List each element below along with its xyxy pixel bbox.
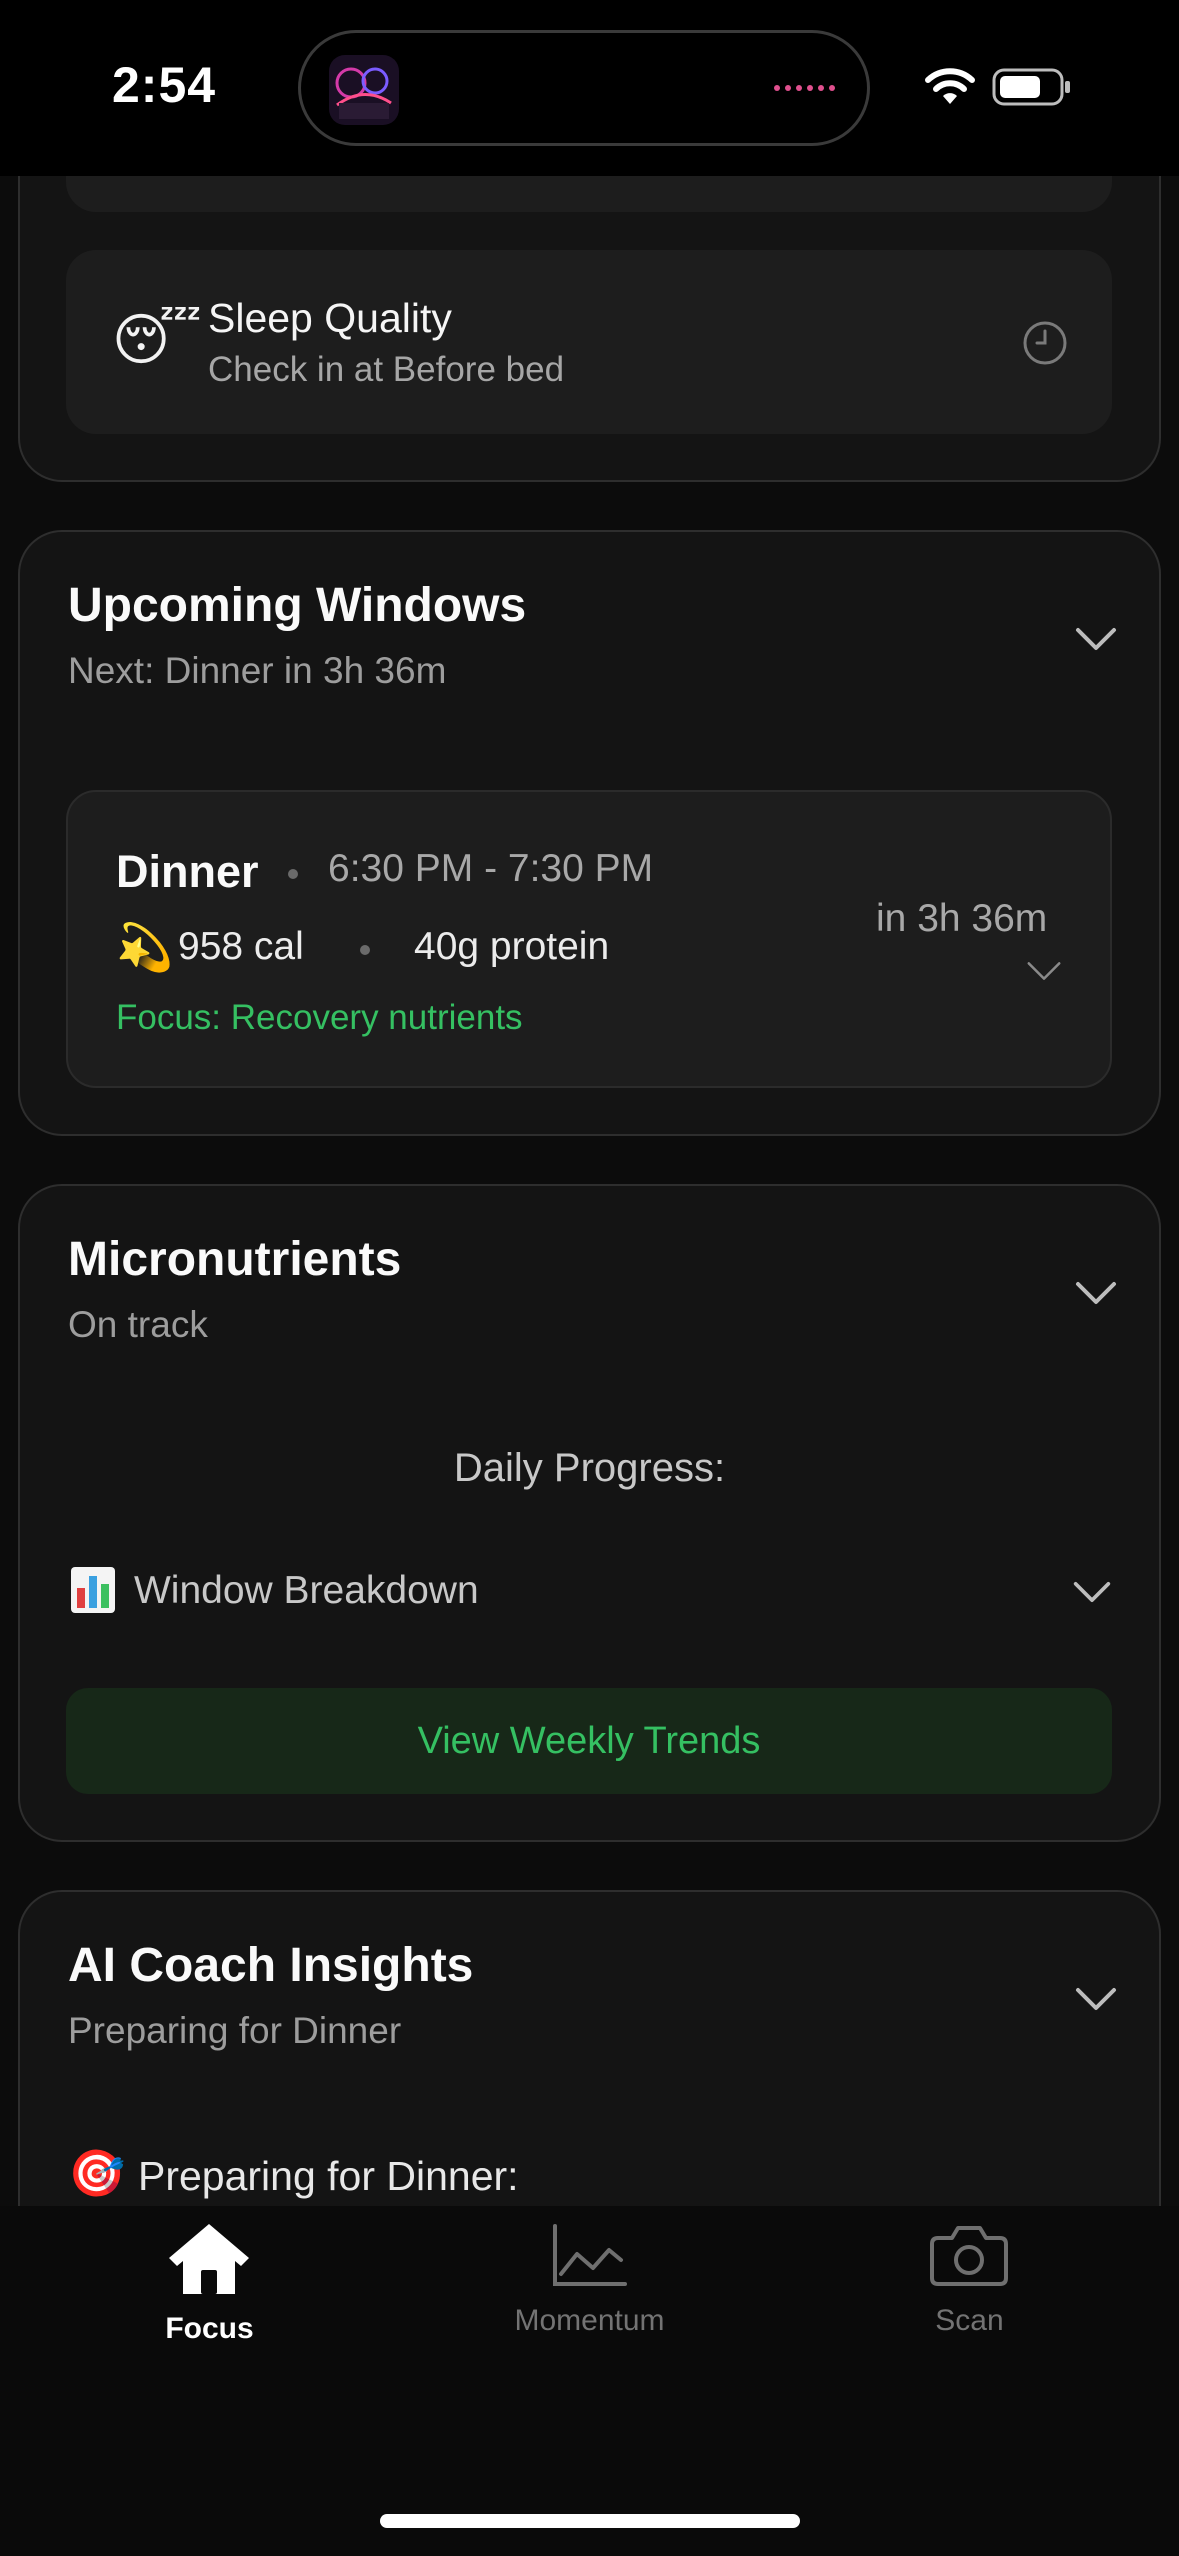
window-calories: 958 cal <box>178 925 304 968</box>
home-indicator[interactable] <box>380 2514 800 2528</box>
chevron-down-icon[interactable] <box>1074 1986 1118 2012</box>
coach-section-heading: Preparing for Dinner: <box>138 2153 519 2199</box>
dizzy-star-icon: 💫 <box>116 921 174 973</box>
tab-scan[interactable]: Scan <box>773 2206 1166 2376</box>
dynamic-island[interactable] <box>298 30 870 146</box>
tab-momentum-label: Momentum <box>514 2304 665 2337</box>
window-countdown: in 3h 36m <box>876 897 1048 940</box>
window-time-range: 6:30 PM - 7:30 PM <box>328 847 654 890</box>
ai-coach-subtitle: Preparing for Dinner <box>68 2010 402 2051</box>
tab-focus[interactable]: Focus <box>13 2206 406 2376</box>
tab-scan-label: Scan <box>935 2304 1004 2337</box>
view-weekly-trends-label: View Weekly Trends <box>417 1720 761 1762</box>
sleep-checkin-subtitle: Check in at Before bed <box>208 350 565 389</box>
daily-progress-label: Daily Progress: <box>453 1446 726 1490</box>
now-playing-artwork <box>329 55 399 125</box>
separator-dot <box>360 945 370 955</box>
window-name: Dinner <box>116 846 259 897</box>
separator-dot <box>288 869 298 879</box>
chevron-down-icon[interactable] <box>1072 1580 1112 1604</box>
tab-momentum[interactable]: Momentum <box>393 2206 786 2376</box>
ai-coach-title: AI Coach Insights <box>68 1939 474 1992</box>
window-protein: 40g protein <box>414 925 610 968</box>
home-icon <box>169 2224 249 2294</box>
camera-icon <box>930 2226 1008 2286</box>
chart-line-icon <box>553 2224 627 2286</box>
chevron-down-icon[interactable] <box>1074 626 1118 652</box>
target-icon: 🎯 <box>68 2147 126 2199</box>
micronutrients-title: Micronutrients <box>68 1233 402 1286</box>
tab-bar: Focus Momentum Scan <box>0 2206 1179 2556</box>
micronutrients-subtitle: On track <box>68 1304 208 1345</box>
sleep-checkin-title: Sleep Quality <box>208 295 452 341</box>
battery-icon <box>992 68 1070 106</box>
upcoming-windows-title: Upcoming Windows <box>68 579 527 632</box>
upcoming-windows-subtitle: Next: Dinner in 3h 36m <box>68 650 447 691</box>
view-weekly-trends-button[interactable]: View Weekly Trends <box>66 1688 1112 1794</box>
tab-focus-label: Focus <box>165 2312 254 2345</box>
sleeping-face-icon: 😴 <box>112 308 202 371</box>
chevron-down-icon[interactable] <box>1024 960 1064 982</box>
clock-icon <box>1023 321 1067 365</box>
sleep-quality-checkin[interactable] <box>66 250 1112 434</box>
chevron-down-icon[interactable] <box>1074 1280 1118 1306</box>
status-bar: 2:54 <box>0 0 1179 176</box>
window-breakdown-label[interactable]: Window Breakdown <box>134 1569 479 1613</box>
wifi-icon <box>925 68 975 104</box>
bar-chart-icon <box>71 1567 115 1613</box>
window-focus: Focus: Recovery nutrients <box>116 998 523 1037</box>
audio-waveform-icon <box>774 85 835 91</box>
status-time: 2:54 <box>112 57 217 113</box>
